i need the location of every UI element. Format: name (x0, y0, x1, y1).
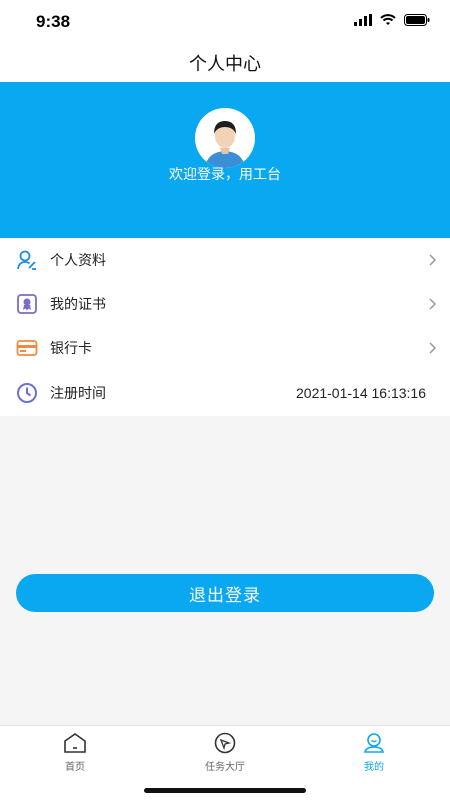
certificate-icon (17, 294, 37, 314)
menu-item-label: 注册时间 (50, 386, 106, 402)
chevron-right-icon (429, 254, 437, 266)
welcome-text: 欢迎登录，用工台 (169, 167, 281, 183)
home-indicator (144, 788, 306, 793)
bank-card-icon (16, 340, 38, 356)
logout-button[interactable]: 退出登录 (16, 574, 434, 612)
page-title: 个人中心 (189, 54, 261, 75)
tab-label: 首页 (65, 762, 85, 773)
battery-icon (404, 14, 430, 26)
menu-item-bank-card[interactable]: 银行卡 (0, 326, 450, 370)
user-icon (364, 733, 384, 753)
status-time: 9:38 (36, 12, 71, 31)
tab-task-hall[interactable]: 任务大厅 (185, 732, 265, 773)
chevron-right-icon (429, 298, 437, 310)
register-time-value: 2021-01-14 16:13:16 (296, 385, 426, 401)
menu-item-profile[interactable]: 个人资料 (0, 238, 450, 282)
menu-item-label: 我的证书 (50, 297, 106, 313)
task-hall-icon (214, 732, 236, 754)
tab-label: 任务大厅 (205, 762, 245, 773)
menu-item-label: 银行卡 (50, 341, 92, 357)
tab-home[interactable]: 首页 (35, 732, 115, 773)
menu-item-register-time: 注册时间 2021-01-14 16:13:16 (0, 371, 450, 415)
avatar-icon (195, 108, 255, 168)
avatar[interactable] (195, 108, 255, 168)
home-icon (64, 733, 86, 753)
menu-item-certificate[interactable]: 我的证书 (0, 282, 450, 326)
cellular-signal-icon (354, 14, 372, 26)
status-bar: 9:38 (0, 0, 450, 44)
tab-label: 我的 (364, 762, 384, 773)
status-icons (354, 14, 430, 26)
tab-mine[interactable]: 我的 (334, 732, 414, 773)
wifi-icon (380, 14, 396, 25)
menu-item-label: 个人资料 (50, 253, 106, 269)
profile-icon (17, 250, 36, 270)
chevron-right-icon (429, 342, 437, 354)
profile-header: 欢迎登录，用工台 (0, 82, 450, 238)
menu-list: 个人资料 我的证书 银行卡 注册时间 2021-01-14 16:13:16 (0, 238, 450, 416)
nav-bar: 个人中心 (0, 44, 450, 82)
clock-icon (17, 383, 37, 403)
